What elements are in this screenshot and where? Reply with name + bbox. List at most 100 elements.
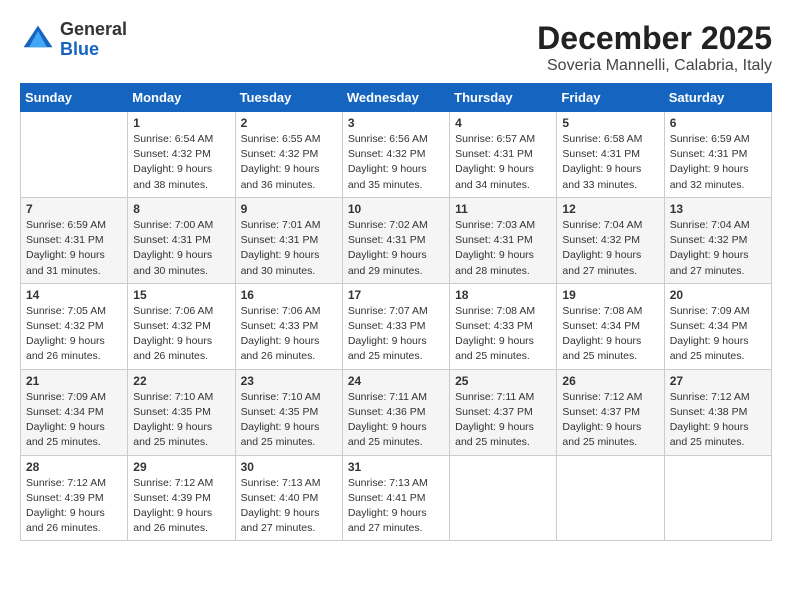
day-info: Sunrise: 6:59 AMSunset: 4:31 PMDaylight:…: [26, 218, 122, 279]
day-info: Sunrise: 6:59 AMSunset: 4:31 PMDaylight:…: [670, 132, 766, 193]
day-number: 7: [26, 202, 122, 216]
calendar-cell: 26 Sunrise: 7:12 AMSunset: 4:37 PMDayligh…: [557, 369, 664, 455]
day-number: 14: [26, 288, 122, 302]
calendar-cell: 6 Sunrise: 6:59 AMSunset: 4:31 PMDaylight…: [664, 112, 771, 198]
day-number: 9: [241, 202, 337, 216]
calendar-cell: 19 Sunrise: 7:08 AMSunset: 4:34 PMDayligh…: [557, 283, 664, 369]
day-number: 20: [670, 288, 766, 302]
logo-blue-text: Blue: [60, 40, 127, 60]
day-info: Sunrise: 6:57 AMSunset: 4:31 PMDaylight:…: [455, 132, 551, 193]
day-number: 18: [455, 288, 551, 302]
page-header: General Blue December 2025 Soveria Manne…: [20, 20, 772, 75]
calendar-cell: 14 Sunrise: 7:05 AMSunset: 4:32 PMDayligh…: [21, 283, 128, 369]
day-info: Sunrise: 7:12 AMSunset: 4:37 PMDaylight:…: [562, 390, 658, 451]
day-number: 2: [241, 116, 337, 130]
weekday-header-tuesday: Tuesday: [235, 84, 342, 112]
calendar-cell: 29 Sunrise: 7:12 AMSunset: 4:39 PMDayligh…: [128, 455, 235, 541]
day-info: Sunrise: 7:00 AMSunset: 4:31 PMDaylight:…: [133, 218, 229, 279]
calendar-cell: 13 Sunrise: 7:04 AMSunset: 4:32 PMDayligh…: [664, 197, 771, 283]
calendar-cell: 11 Sunrise: 7:03 AMSunset: 4:31 PMDayligh…: [450, 197, 557, 283]
logo-icon: [20, 22, 56, 58]
day-number: 5: [562, 116, 658, 130]
calendar-cell: 30 Sunrise: 7:13 AMSunset: 4:40 PMDayligh…: [235, 455, 342, 541]
calendar-cell: 31Sunrise: 7:13 AMSunset: 4:41 PMDayligh…: [342, 455, 449, 541]
day-number: 19: [562, 288, 658, 302]
subtitle: Soveria Mannelli, Calabria, Italy: [537, 57, 772, 75]
calendar-cell: 4 Sunrise: 6:57 AMSunset: 4:31 PMDaylight…: [450, 112, 557, 198]
calendar-cell: 20 Sunrise: 7:09 AMSunset: 4:34 PMDayligh…: [664, 283, 771, 369]
day-info: Sunrise: 7:12 AMSunset: 4:39 PMDaylight:…: [133, 476, 229, 537]
day-number: 26: [562, 374, 658, 388]
day-info: Sunrise: 7:01 AMSunset: 4:31 PMDaylight:…: [241, 218, 337, 279]
day-info: Sunrise: 6:54 AMSunset: 4:32 PMDaylight:…: [133, 132, 229, 193]
calendar-cell: 1 Sunrise: 6:54 AMSunset: 4:32 PMDaylight…: [128, 112, 235, 198]
day-info: Sunrise: 7:12 AMSunset: 4:39 PMDaylight:…: [26, 476, 122, 537]
day-info: Sunrise: 7:06 AMSunset: 4:33 PMDaylight:…: [241, 304, 337, 365]
calendar-cell: 15 Sunrise: 7:06 AMSunset: 4:32 PMDayligh…: [128, 283, 235, 369]
day-number: 16: [241, 288, 337, 302]
day-info: Sunrise: 7:08 AMSunset: 4:33 PMDaylight:…: [455, 304, 551, 365]
calendar-cell: 28 Sunrise: 7:12 AMSunset: 4:39 PMDayligh…: [21, 455, 128, 541]
day-info: Sunrise: 7:11 AMSunset: 4:36 PMDaylight:…: [348, 390, 444, 451]
day-info: Sunrise: 7:05 AMSunset: 4:32 PMDaylight:…: [26, 304, 122, 365]
day-number: 13: [670, 202, 766, 216]
calendar-cell: [664, 455, 771, 541]
calendar-week-row: 1 Sunrise: 6:54 AMSunset: 4:32 PMDaylight…: [21, 112, 772, 198]
day-number: 28: [26, 460, 122, 474]
day-number: 29: [133, 460, 229, 474]
weekday-header-monday: Monday: [128, 84, 235, 112]
day-number: 21: [26, 374, 122, 388]
day-number: 31: [348, 460, 444, 474]
calendar-table: SundayMondayTuesdayWednesdayThursdayFrid…: [20, 83, 772, 541]
calendar-cell: 16 Sunrise: 7:06 AMSunset: 4:33 PMDayligh…: [235, 283, 342, 369]
calendar-cell: 22Sunrise: 7:10 AMSunset: 4:35 PMDayligh…: [128, 369, 235, 455]
day-info: Sunrise: 7:10 AMSunset: 4:35 PMDaylight:…: [241, 390, 337, 451]
day-info: Sunrise: 7:02 AMSunset: 4:31 PMDaylight:…: [348, 218, 444, 279]
day-info: Sunrise: 6:56 AMSunset: 4:32 PMDaylight:…: [348, 132, 444, 193]
weekday-header-sunday: Sunday: [21, 84, 128, 112]
day-info: Sunrise: 7:08 AMSunset: 4:34 PMDaylight:…: [562, 304, 658, 365]
day-info: Sunrise: 7:09 AMSunset: 4:34 PMDaylight:…: [670, 304, 766, 365]
day-number: 25: [455, 374, 551, 388]
weekday-header-friday: Friday: [557, 84, 664, 112]
day-number: 10: [348, 202, 444, 216]
day-number: 30: [241, 460, 337, 474]
calendar-cell: 5 Sunrise: 6:58 AMSunset: 4:31 PMDaylight…: [557, 112, 664, 198]
calendar-cell: 7 Sunrise: 6:59 AMSunset: 4:31 PMDaylight…: [21, 197, 128, 283]
day-info: Sunrise: 6:58 AMSunset: 4:31 PMDaylight:…: [562, 132, 658, 193]
day-number: 17: [348, 288, 444, 302]
weekday-header-wednesday: Wednesday: [342, 84, 449, 112]
main-title: December 2025: [537, 20, 772, 57]
calendar-cell: 8 Sunrise: 7:00 AMSunset: 4:31 PMDaylight…: [128, 197, 235, 283]
calendar-cell: 3 Sunrise: 6:56 AMSunset: 4:32 PMDaylight…: [342, 112, 449, 198]
calendar-cell: 10 Sunrise: 7:02 AMSunset: 4:31 PMDayligh…: [342, 197, 449, 283]
day-number: 6: [670, 116, 766, 130]
day-number: 4: [455, 116, 551, 130]
day-number: 15: [133, 288, 229, 302]
calendar-cell: 21 Sunrise: 7:09 AMSunset: 4:34 PMDayligh…: [21, 369, 128, 455]
day-info: Sunrise: 7:13 AMSunset: 4:40 PMDaylight:…: [241, 476, 337, 537]
day-number: 1: [133, 116, 229, 130]
logo-general-text: General: [60, 20, 127, 40]
calendar-cell: 12 Sunrise: 7:04 AMSunset: 4:32 PMDayligh…: [557, 197, 664, 283]
day-number: 22: [133, 374, 229, 388]
day-number: 24: [348, 374, 444, 388]
day-number: 8: [133, 202, 229, 216]
day-number: 3: [348, 116, 444, 130]
day-number: 11: [455, 202, 551, 216]
calendar-cell: 18 Sunrise: 7:08 AMSunset: 4:33 PMDayligh…: [450, 283, 557, 369]
calendar-cell: [557, 455, 664, 541]
day-info: Sunrise: 7:03 AMSunset: 4:31 PMDaylight:…: [455, 218, 551, 279]
day-info: Sunrise: 6:55 AMSunset: 4:32 PMDaylight:…: [241, 132, 337, 193]
day-number: 12: [562, 202, 658, 216]
day-info: Sunrise: 7:07 AMSunset: 4:33 PMDaylight:…: [348, 304, 444, 365]
day-info: Sunrise: 7:04 AMSunset: 4:32 PMDaylight:…: [670, 218, 766, 279]
day-info: Sunrise: 7:12 AMSunset: 4:38 PMDaylight:…: [670, 390, 766, 451]
day-info: Sunrise: 7:09 AMSunset: 4:34 PMDaylight:…: [26, 390, 122, 451]
calendar-week-row: 21 Sunrise: 7:09 AMSunset: 4:34 PMDayligh…: [21, 369, 772, 455]
day-info: Sunrise: 7:06 AMSunset: 4:32 PMDaylight:…: [133, 304, 229, 365]
day-info: Sunrise: 7:04 AMSunset: 4:32 PMDaylight:…: [562, 218, 658, 279]
logo: General Blue: [20, 20, 127, 60]
day-info: Sunrise: 7:11 AMSunset: 4:37 PMDaylight:…: [455, 390, 551, 451]
calendar-header-row: SundayMondayTuesdayWednesdayThursdayFrid…: [21, 84, 772, 112]
